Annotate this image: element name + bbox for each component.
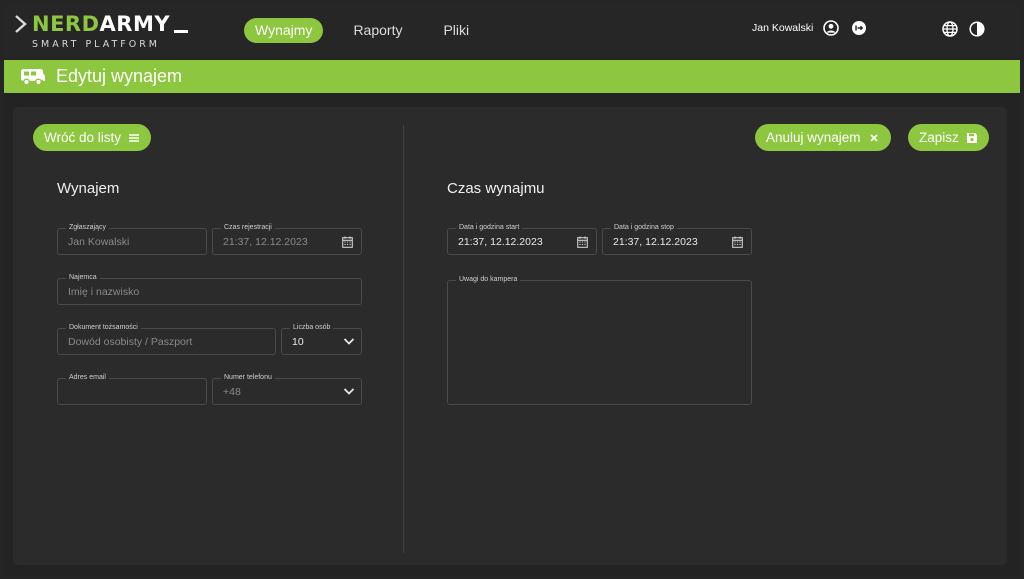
brand-underscore: [174, 29, 189, 33]
stop-datetime-label: Data i godzina stop: [611, 223, 677, 232]
user-area: Jan Kowalski: [752, 20, 879, 36]
tenant-field[interactable]: Najemca Imię i nazwisko: [57, 273, 362, 305]
stop-datetime-field[interactable]: Data i godzina stop 21:37, 12.12.2023: [602, 223, 752, 255]
calendar-icon[interactable]: [342, 236, 353, 248]
phone-label: Numer telefonu: [221, 373, 275, 382]
nav-item-pliki[interactable]: Pliki: [432, 18, 480, 43]
start-datetime-value: 21:37, 12.12.2023: [458, 236, 543, 248]
start-datetime-field[interactable]: Data i godzina start 21:37, 12.12.2023: [447, 223, 597, 255]
camper-notes-textarea[interactable]: Uwagi do kampera: [447, 275, 752, 405]
id-document-placeholder: Dowód osobisty / Paszport: [68, 336, 193, 348]
floppy-disk-icon: [966, 132, 977, 143]
people-count-label: Liczba osób: [290, 323, 334, 332]
phone-field[interactable]: Numer telefonu +48: [212, 373, 362, 405]
registration-time-label: Czas rejestracji: [221, 223, 275, 232]
cancel-rental-label: Anuluj wynajem: [766, 130, 861, 145]
id-document-field[interactable]: Dokument tożsamości Dowód osobisty / Pas…: [57, 323, 276, 355]
top-header: NERDARMY SMART PLATFORM Wynajmy Raporty …: [4, 3, 1020, 58]
registration-time-field[interactable]: Czas rejestracji 21:37, 12.12.2023: [212, 223, 362, 255]
registration-time-value: 21:37, 12.12.2023: [223, 236, 308, 248]
people-count-select[interactable]: Liczba osób 10: [281, 323, 362, 355]
calendar-icon[interactable]: [732, 236, 743, 248]
list-icon: [129, 133, 140, 142]
brand-name-part1: NERD: [32, 12, 100, 36]
email-label: Adres email: [66, 373, 109, 382]
back-to-list-button[interactable]: Wróć do listy: [33, 124, 152, 151]
page-title: Edytuj wynajem: [56, 66, 183, 86]
rental-time-section-title: Czas wynajmu: [447, 180, 545, 197]
nav-item-wynajmy[interactable]: Wynajmy: [244, 18, 324, 43]
logout-icon[interactable]: [851, 20, 867, 36]
settings-area: [942, 21, 996, 37]
id-document-label: Dokument tożsamości: [66, 323, 141, 332]
main-nav: Wynajmy Raporty Pliki: [244, 18, 499, 43]
email-field[interactable]: Adres email: [57, 373, 207, 405]
calendar-icon[interactable]: [577, 236, 588, 248]
close-icon: [869, 133, 878, 142]
brand-name-part2: ARMY: [99, 12, 171, 36]
page-title-bar: Edytuj wynajem: [4, 60, 1020, 93]
save-label: Zapisz: [919, 130, 959, 145]
reporter-label: Zgłaszający: [66, 223, 109, 232]
start-datetime-label: Data i godzina start: [456, 223, 523, 232]
reporter-field[interactable]: Zgłaszający Jan Kowalski: [57, 223, 207, 255]
nav-item-raporty[interactable]: Raporty: [342, 18, 413, 43]
camper-notes-label: Uwagi do kampera: [456, 275, 521, 284]
brand-tagline: SMART PLATFORM: [32, 39, 161, 50]
section-divider: [403, 125, 404, 553]
phone-placeholder: +48: [223, 386, 241, 398]
stop-datetime-value: 21:37, 12.12.2023: [613, 236, 698, 248]
people-count-value: 10: [292, 336, 304, 348]
app-window: NERDARMY SMART PLATFORM Wynajmy Raporty …: [4, 3, 1020, 576]
contrast-icon[interactable]: [969, 21, 985, 37]
user-name: Jan Kowalski: [752, 22, 814, 34]
brand-wordmark: NERDARMY: [32, 12, 170, 36]
user-circle-icon[interactable]: [823, 20, 840, 36]
globe-icon[interactable]: [942, 21, 958, 37]
save-button[interactable]: Zapisz: [908, 124, 989, 151]
cancel-rental-button[interactable]: Anuluj wynajem: [755, 124, 891, 151]
back-to-list-label: Wróć do listy: [44, 130, 122, 145]
chevron-down-icon[interactable]: [343, 387, 355, 396]
tenant-label: Najemca: [66, 273, 100, 282]
camper-bus-icon: [21, 68, 45, 85]
edit-form-card: Wróć do listy Anuluj wynajem Zapisz Wyna…: [13, 107, 1007, 565]
chevron-right-icon: [15, 15, 27, 33]
rental-section-title: Wynajem: [57, 180, 120, 197]
tenant-placeholder: Imię i nazwisko: [68, 286, 140, 298]
chevron-down-icon: [343, 338, 355, 345]
brand-logo[interactable]: NERDARMY SMART PLATFORM: [14, 12, 189, 52]
reporter-value: Jan Kowalski: [68, 236, 130, 248]
